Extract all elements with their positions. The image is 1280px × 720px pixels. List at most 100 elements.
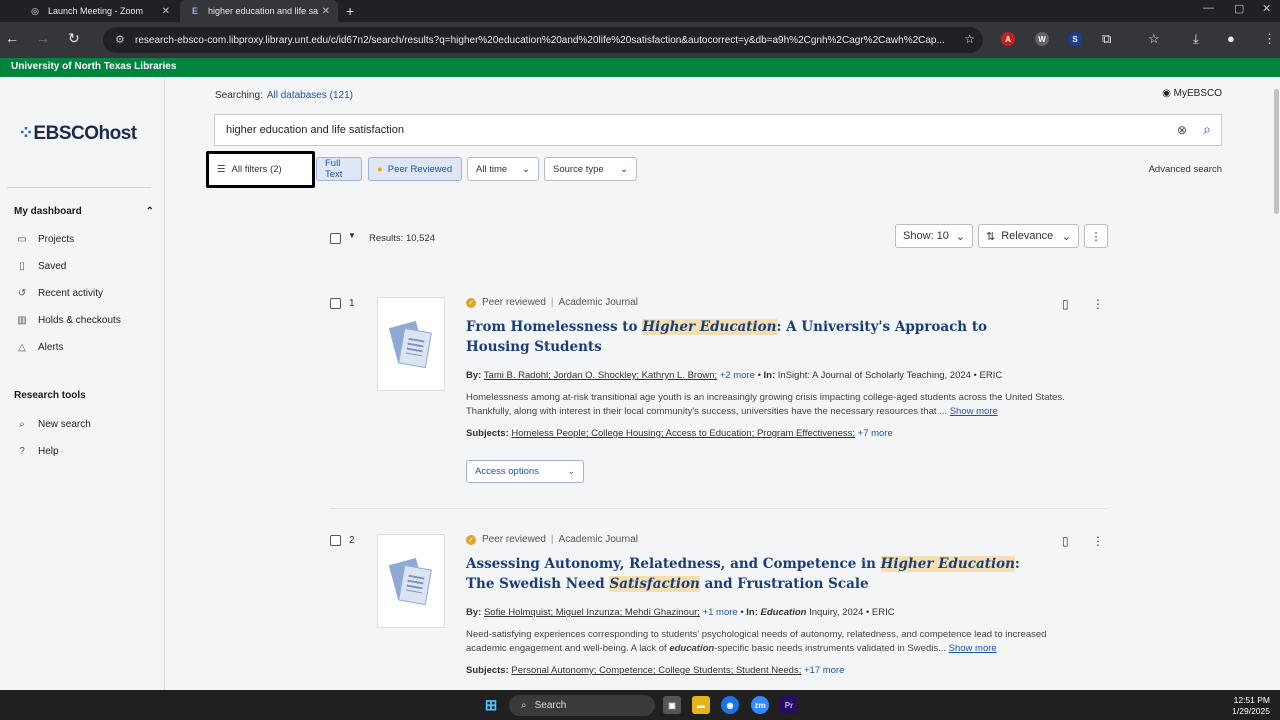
- close-tab-icon[interactable]: ✕: [322, 6, 330, 17]
- dashboard-heading[interactable]: My dashboard ⌃: [14, 206, 154, 217]
- tab-zoom[interactable]: ◎ Launch Meeting - Zoom ✕: [20, 0, 178, 22]
- sidebar-item-recent-activity[interactable]: ↺ Recent activity: [14, 288, 103, 299]
- result-checkbox[interactable]: [330, 535, 341, 546]
- search-input[interactable]: higher education and life satisfaction ⊗…: [214, 114, 1222, 146]
- show-per-page-select[interactable]: Show: 10 ⌄: [895, 224, 973, 248]
- result-byline: By: Sofie Holmquist; Miguel Inzunza; Meh…: [466, 607, 895, 618]
- authors-links[interactable]: Sofie Holmquist; Miguel Inzunza; Mehdi G…: [484, 607, 700, 618]
- peer-reviewed-filter[interactable]: ● Peer Reviewed: [368, 157, 462, 181]
- sidebar-item-projects[interactable]: ▭ Projects: [14, 234, 74, 245]
- library-banner[interactable]: University of North Texas Libraries: [0, 58, 1280, 77]
- chevron-down-icon: ⌄: [567, 466, 575, 476]
- tab-title: Launch Meeting - Zoom: [48, 6, 144, 16]
- all-filters-button[interactable]: ☰ All filters (2): [206, 151, 315, 188]
- result-meta: ✓ Peer reviewed | Academic Journal: [466, 297, 638, 308]
- search-icon[interactable]: ⌕: [1203, 121, 1211, 138]
- document-thumbnail[interactable]: [377, 297, 445, 391]
- browser-tabstrip: ◎ Launch Meeting - Zoom ✕ E higher educa…: [0, 0, 1280, 22]
- source-type-dropdown[interactable]: Source type ⌄: [544, 157, 637, 181]
- myebsco-link[interactable]: ◉ MyEBSCO: [1162, 88, 1222, 99]
- sidebar-item-new-search[interactable]: ⌕ New search: [14, 419, 91, 430]
- result-subjects: Subjects: Personal Autonomy; Competence;…: [466, 665, 845, 676]
- pdf-extension-icon[interactable]: A: [1001, 32, 1015, 46]
- chrome-icon[interactable]: ◉: [721, 696, 739, 714]
- clear-search-icon[interactable]: ⊗: [1177, 123, 1187, 137]
- reload-icon[interactable]: ↻: [68, 30, 80, 47]
- minimize-icon[interactable]: —: [1203, 2, 1214, 14]
- show-more-link[interactable]: Show more: [950, 406, 998, 417]
- select-all-checkbox[interactable]: [330, 233, 341, 244]
- chevron-down-icon: ⌄: [1061, 230, 1071, 243]
- task-view-icon[interactable]: ▣: [663, 696, 681, 714]
- sidebar-item-alerts[interactable]: △ Alerts: [14, 342, 63, 353]
- w-extension-icon[interactable]: W: [1035, 32, 1049, 46]
- profile-icon[interactable]: ●: [1227, 31, 1235, 46]
- taskbar-search[interactable]: ⌕ Search: [509, 695, 655, 716]
- sort-select[interactable]: ⇅ Relevance ⌄: [978, 224, 1079, 248]
- zoom-icon[interactable]: zm: [751, 696, 769, 714]
- back-icon[interactable]: ←: [5, 30, 19, 46]
- result-menu-icon[interactable]: ⋮: [1092, 297, 1104, 311]
- bookmarks-icon[interactable]: ☆: [1148, 31, 1160, 47]
- more-authors-link[interactable]: +2 more: [720, 370, 755, 381]
- access-options-button[interactable]: Access options ⌄: [466, 460, 584, 483]
- peer-reviewed-icon: ✓: [466, 534, 476, 545]
- advanced-search-link[interactable]: Advanced search: [1149, 164, 1222, 175]
- restore-icon[interactable]: ▢: [1234, 2, 1244, 15]
- address-bar-row: ← → ↻ ⚙ research-ebsco-com.libproxy.libr…: [0, 22, 1280, 58]
- all-time-dropdown[interactable]: All time ⌄: [467, 157, 539, 181]
- result-checkbox[interactable]: [330, 298, 341, 309]
- result-title-link[interactable]: Assessing Autonomy, Relatedness, and Com…: [466, 554, 1026, 594]
- extensions-icon[interactable]: ⧉: [1102, 31, 1111, 47]
- peer-reviewed-icon: ✓: [466, 297, 476, 308]
- bookmark-star-icon[interactable]: ☆: [964, 32, 975, 46]
- bookmark-icon[interactable]: ▯: [1062, 534, 1069, 548]
- more-subjects-link[interactable]: +17 more: [804, 665, 844, 676]
- chevron-up-icon: ⌃: [145, 206, 154, 217]
- full-text-filter[interactable]: Full Text: [316, 157, 362, 181]
- subject-links[interactable]: Homeless People; College Housing; Access…: [511, 428, 855, 439]
- more-options-button[interactable]: ⋮: [1084, 224, 1108, 248]
- sidebar: ⁘EBSCOhost My dashboard ⌃ ▭ Projects ▯ Sav…: [0, 77, 165, 690]
- result-title-link[interactable]: From Homelessness to Higher Education: A…: [466, 317, 1026, 357]
- site-info-icon[interactable]: ⚙: [115, 33, 125, 46]
- bookmark-icon: ▯: [19, 261, 25, 272]
- chevron-down-icon: ⌄: [522, 163, 530, 175]
- more-authors-link[interactable]: +1 more: [703, 607, 738, 618]
- menu-icon[interactable]: ⋮: [1263, 31, 1276, 47]
- page-scrollbar[interactable]: [1273, 77, 1280, 690]
- more-subjects-link[interactable]: +7 more: [858, 428, 893, 439]
- tab-title: higher education and life sa: [208, 6, 319, 16]
- bookmark-icon[interactable]: ▯: [1062, 297, 1069, 311]
- windows-start-icon[interactable]: ⊞: [482, 696, 500, 714]
- tab-ebsco[interactable]: E higher education and life sa ✕: [180, 0, 338, 22]
- result-number: 1: [330, 298, 355, 309]
- system-clock[interactable]: 12:51 PM 1/29/2025: [1232, 695, 1270, 717]
- file-explorer-icon[interactable]: ▬: [692, 696, 710, 714]
- download-icon[interactable]: ⤓: [1193, 31, 1199, 47]
- premiere-icon[interactable]: Pr: [780, 696, 798, 714]
- sidebar-item-saved[interactable]: ▯ Saved: [14, 261, 66, 272]
- result-menu-icon[interactable]: ⋮: [1092, 534, 1104, 548]
- ebscohost-logo[interactable]: ⁘EBSCOhost: [18, 122, 137, 145]
- s-extension-icon[interactable]: S: [1068, 32, 1082, 46]
- sidebar-item-holds[interactable]: ▥ Holds & checkouts: [14, 315, 121, 326]
- new-tab-icon[interactable]: +: [346, 3, 354, 19]
- result-number: 2: [330, 535, 355, 546]
- books-icon: ▥: [17, 315, 27, 326]
- authors-links[interactable]: Tami B. Radohl; Jordan O. Shockley; Kath…: [484, 370, 717, 381]
- document-thumbnail[interactable]: [377, 534, 445, 628]
- result-subjects: Subjects: Homeless People; College Housi…: [466, 428, 893, 439]
- folder-icon: ▭: [17, 234, 27, 245]
- url-field[interactable]: ⚙ research-ebsco-com.libproxy.library.un…: [103, 27, 983, 53]
- select-dropdown-icon[interactable]: ▼: [348, 231, 356, 240]
- databases-link[interactable]: All databases (121): [267, 90, 353, 101]
- user-circle-icon: ◉: [1162, 88, 1171, 99]
- subject-links[interactable]: Personal Autonomy; Competence; College S…: [511, 665, 801, 676]
- close-tab-icon[interactable]: ✕: [162, 6, 170, 17]
- close-window-icon[interactable]: ✕: [1262, 2, 1271, 15]
- sidebar-item-help[interactable]: ? Help: [14, 446, 58, 457]
- sort-icon: ⇅: [986, 230, 996, 243]
- show-more-link[interactable]: Show more: [949, 643, 997, 654]
- forward-icon[interactable]: →: [36, 30, 50, 46]
